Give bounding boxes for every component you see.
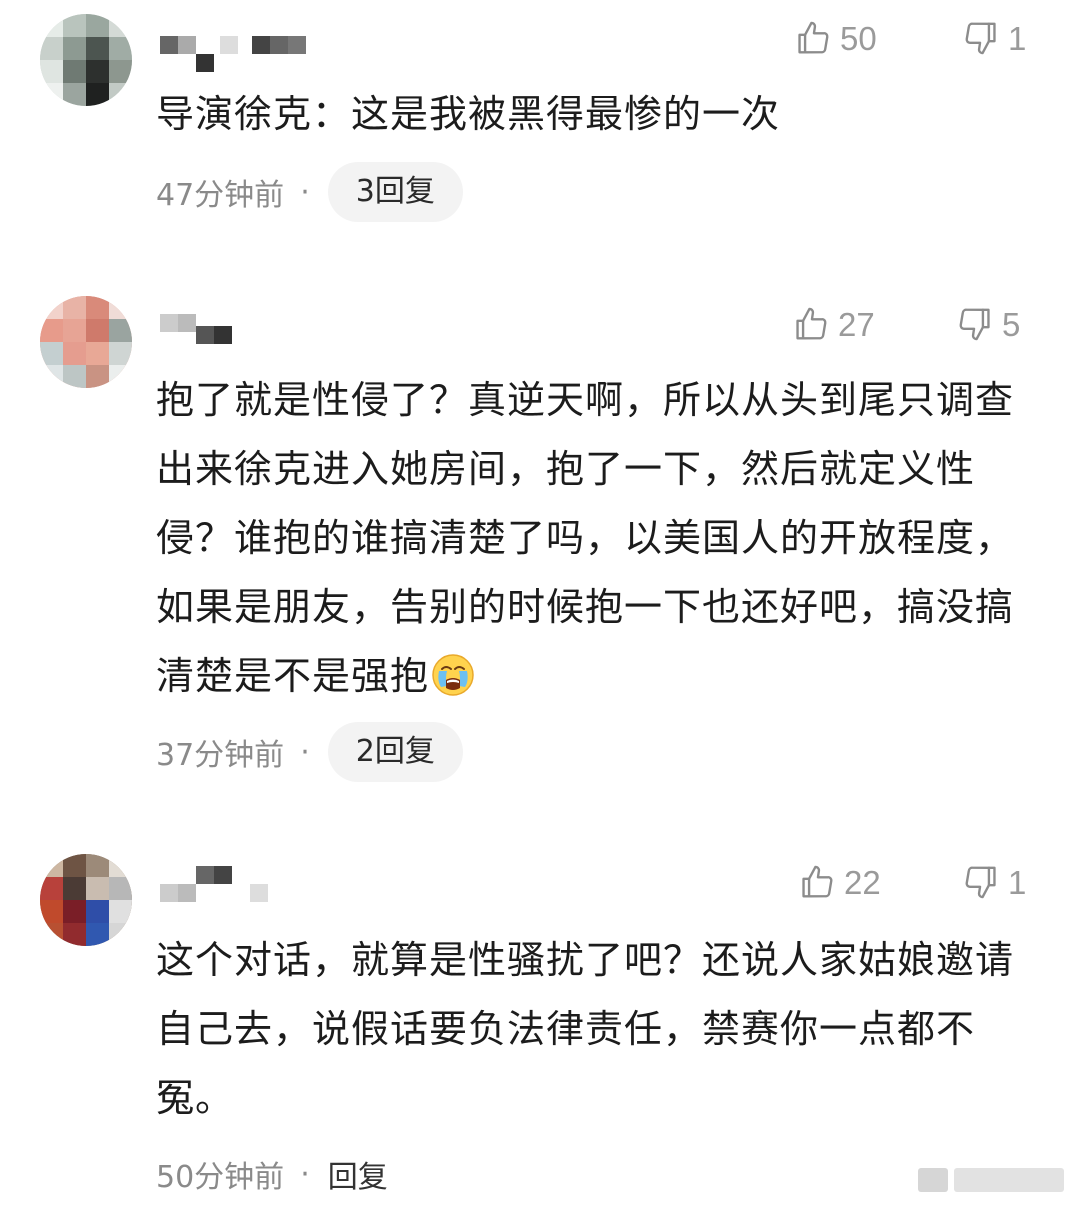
username[interactable]	[160, 866, 320, 906]
like-button[interactable]: 22	[798, 858, 881, 906]
comment-text: 这个对话，就算是性骚扰了吧？还说人家姑娘邀请自己去，说假话要负法律责任，禁赛你一…	[156, 938, 1015, 1120]
like-count: 22	[844, 863, 881, 901]
comment-item: 50 1 导演徐克：这是我被黑得最惨的一次 47分钟前 · 3回复	[0, 0, 1080, 260]
avatar[interactable]	[40, 296, 132, 388]
thumbs-down-icon	[962, 863, 1000, 901]
thumbs-up-icon	[792, 305, 830, 343]
comment-text: 抱了就是性侵了？真逆天啊，所以从头到尾只调查出来徐克进入她房间，抱了一下，然后就…	[156, 378, 1015, 698]
reply-button[interactable]: 2回复	[327, 722, 463, 782]
reply-button[interactable]: 回复	[328, 1152, 388, 1196]
thumbs-down-icon	[962, 19, 1000, 57]
dislike-button[interactable]: 1	[962, 858, 1026, 906]
dislike-button[interactable]: 5	[956, 300, 1020, 348]
thumbs-up-icon	[798, 863, 836, 901]
timestamp: 37分钟前	[156, 738, 285, 773]
username[interactable]	[160, 30, 320, 72]
thumbs-down-icon	[956, 305, 994, 343]
separator-dot: ·	[300, 1156, 310, 1192]
separator-dot: ·	[300, 174, 310, 210]
comment-item: 22 1 这个对话，就算是性骚扰了吧？还说人家姑娘邀请自己去，说假话要负法律责任…	[0, 840, 1080, 1206]
like-count: 27	[838, 305, 875, 343]
avatar[interactable]	[40, 854, 132, 946]
reply-button[interactable]: 3回复	[327, 162, 463, 222]
timestamp: 47分钟前	[156, 178, 285, 213]
dislike-button[interactable]: 1	[962, 14, 1026, 62]
like-count: 50	[840, 19, 877, 57]
dislike-count: 1	[1008, 863, 1027, 901]
like-button[interactable]: 50	[794, 14, 877, 62]
comment-meta: 37分钟前 · 2回复	[156, 722, 463, 782]
dislike-count: 1	[1008, 19, 1027, 57]
timestamp: 50分钟前	[156, 1160, 285, 1195]
comment-item: 27 5 抱了就是性侵了？真逆天啊，所以从头到尾只调查出来徐克进入她房间，抱了一…	[0, 280, 1080, 782]
comment-text: 导演徐克：这是我被黑得最惨的一次	[156, 92, 781, 136]
thumbs-up-icon	[794, 19, 832, 57]
like-button[interactable]: 27	[792, 300, 875, 348]
username[interactable]	[160, 312, 320, 352]
dislike-count: 5	[1002, 305, 1021, 343]
crying-face-icon	[432, 654, 474, 696]
separator-dot: ·	[300, 734, 310, 770]
watermark	[918, 1168, 1068, 1192]
comment-meta: 47分钟前 · 3回复	[156, 162, 463, 222]
comment-meta: 50分钟前 · 回复	[156, 1144, 388, 1204]
avatar[interactable]	[40, 14, 132, 106]
